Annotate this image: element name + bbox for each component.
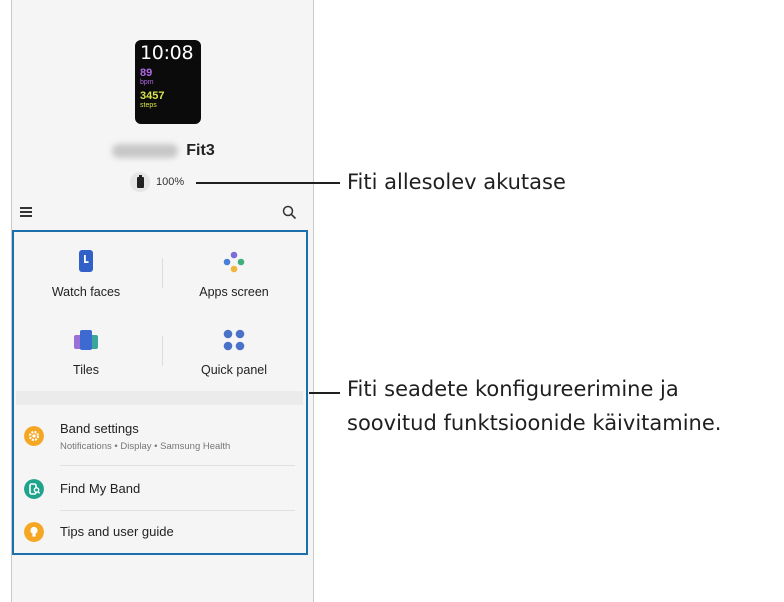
battery-icon — [130, 172, 150, 192]
device-name: Fit3 — [12, 142, 315, 160]
highlight-box — [12, 230, 308, 555]
settings-callout-line — [309, 392, 340, 394]
watch-preview[interactable]: 10:08 89 bpm 3457 steps — [135, 40, 201, 124]
search-icon[interactable] — [282, 205, 296, 219]
watch-heart-unit: bpm — [140, 79, 154, 86]
blurred-name — [112, 143, 179, 158]
settings-callout-text: Fiti seadete konfigureerimine ja soovitu… — [347, 375, 721, 437]
watch-steps: 3457 — [140, 90, 165, 102]
settings-callout-line1: Fiti seadete konfigureerimine ja — [347, 377, 679, 401]
watch-time: 10:08 — [140, 42, 194, 64]
menu-icon[interactable] — [20, 207, 32, 217]
battery-status: 100% — [130, 172, 184, 192]
watch-heart-rate: 89 — [140, 67, 153, 79]
settings-callout-line2: soovitud funktsioonide käivitamine. — [347, 411, 722, 435]
battery-callout-line — [196, 182, 340, 184]
watch-steps-unit: steps — [140, 102, 157, 109]
battery-level: 100% — [156, 176, 185, 188]
device-model: Fit3 — [186, 142, 215, 159]
battery-callout-text: Fiti allesolev akutase — [347, 170, 566, 194]
